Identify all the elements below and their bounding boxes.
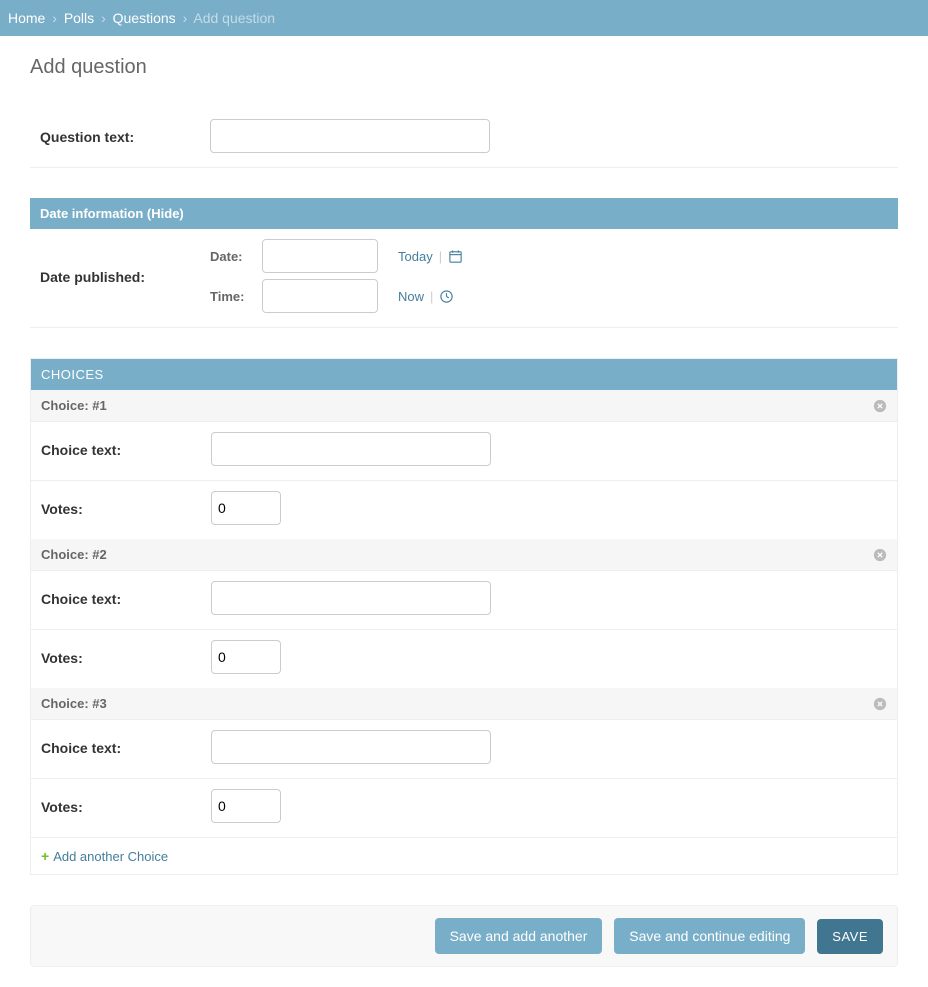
plus-icon: + (41, 848, 49, 864)
choice-inline: Choice: #2 Choice text: Votes: (31, 539, 897, 688)
clock-icon[interactable] (439, 289, 454, 304)
delete-choice-icon[interactable] (873, 399, 887, 413)
delete-choice-icon[interactable] (873, 548, 887, 562)
breadcrumb-questions[interactable]: Questions (113, 10, 176, 26)
pipe-separator: | (439, 249, 442, 264)
votes-input[interactable] (211, 491, 281, 525)
date-line: Date: Today | (210, 239, 463, 273)
breadcrumb-current: Add question (193, 10, 275, 26)
choice-text-input[interactable] (211, 432, 491, 466)
time-sub-label: Time: (210, 289, 254, 304)
time-input[interactable] (262, 279, 378, 313)
choice-header: Choice: #3 (41, 696, 107, 711)
save-add-another-button[interactable]: Save and add another (435, 918, 603, 954)
votes-input[interactable] (211, 640, 281, 674)
save-button[interactable]: SAVE (817, 919, 883, 954)
today-link[interactable]: Today (398, 249, 433, 264)
breadcrumb-home[interactable]: Home (8, 10, 45, 26)
add-another-choice-link[interactable]: + Add another Choice (41, 848, 168, 864)
choice-text-label: Choice text: (41, 589, 211, 607)
votes-label: Votes: (41, 648, 211, 666)
question-text-row: Question text: (30, 109, 898, 168)
choice-header: Choice: #2 (41, 547, 107, 562)
choice-text-input[interactable] (211, 730, 491, 764)
choice-text-label: Choice text: (41, 440, 211, 458)
breadcrumb-separator: › (101, 10, 106, 26)
choice-inline: Choice: #1 Choice text: Votes: (31, 390, 897, 539)
pipe-separator: | (430, 289, 433, 304)
date-info-header: Date information (Hide) (30, 198, 898, 229)
choices-inline-group: CHOICES Choice: #1 Choice text: Votes: C… (30, 358, 898, 875)
choice-text-label: Choice text: (41, 738, 211, 756)
add-another-choice-label: Add another Choice (53, 849, 168, 864)
question-text-input[interactable] (210, 119, 490, 153)
date-published-label: Date published: (40, 267, 210, 285)
now-link[interactable]: Now (398, 289, 424, 304)
date-sub-label: Date: (210, 249, 254, 264)
breadcrumb-polls[interactable]: Polls (64, 10, 94, 26)
page-title: Add question (30, 56, 898, 79)
date-input[interactable] (262, 239, 378, 273)
question-text-label: Question text: (40, 127, 210, 145)
date-info-hide-link[interactable]: (Hide) (147, 206, 184, 221)
date-info-title: Date information (40, 206, 143, 221)
choices-title: CHOICES (31, 359, 897, 390)
breadcrumb-separator: › (183, 10, 188, 26)
votes-label: Votes: (41, 797, 211, 815)
question-text-module: Question text: (30, 109, 898, 168)
save-continue-button[interactable]: Save and continue editing (614, 918, 805, 954)
calendar-icon[interactable] (448, 249, 463, 264)
breadcrumb-separator: › (52, 10, 57, 26)
choice-header: Choice: #1 (41, 398, 107, 413)
votes-input[interactable] (211, 789, 281, 823)
delete-choice-icon[interactable] (873, 697, 887, 711)
breadcrumb: Home › Polls › Questions › Add question (0, 0, 928, 36)
time-line: Time: Now | (210, 279, 463, 313)
submit-row: Save and add another Save and continue e… (30, 905, 898, 967)
choice-text-input[interactable] (211, 581, 491, 615)
date-info-module: Date information (Hide) Date published: … (30, 198, 898, 328)
votes-label: Votes: (41, 499, 211, 517)
choice-inline: Choice: #3 Choice text: Votes: (31, 688, 897, 837)
